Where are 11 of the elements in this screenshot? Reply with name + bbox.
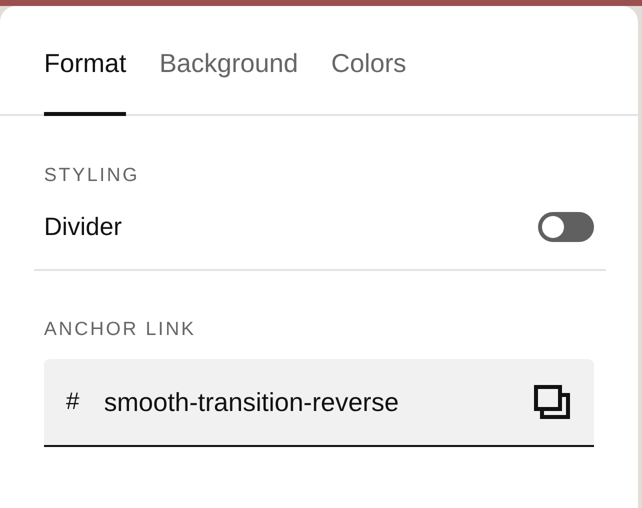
hash-prefix: # xyxy=(66,388,80,416)
section-heading: ANCHOR LINK xyxy=(44,319,197,341)
section-heading: STYLING xyxy=(44,165,140,187)
tab[interactable]: Colors xyxy=(331,42,406,116)
anchor-link-field[interactable]: # smooth-transition-reverse xyxy=(44,359,594,447)
text-input[interactable]: smooth-transition-reverse xyxy=(104,386,534,418)
tab[interactable]: Format xyxy=(44,42,126,116)
copy-icon[interactable] xyxy=(534,385,570,419)
tab[interactable]: Background xyxy=(159,42,298,116)
toggle-switch[interactable] xyxy=(538,212,594,242)
toggle-label: Divider xyxy=(44,212,122,242)
